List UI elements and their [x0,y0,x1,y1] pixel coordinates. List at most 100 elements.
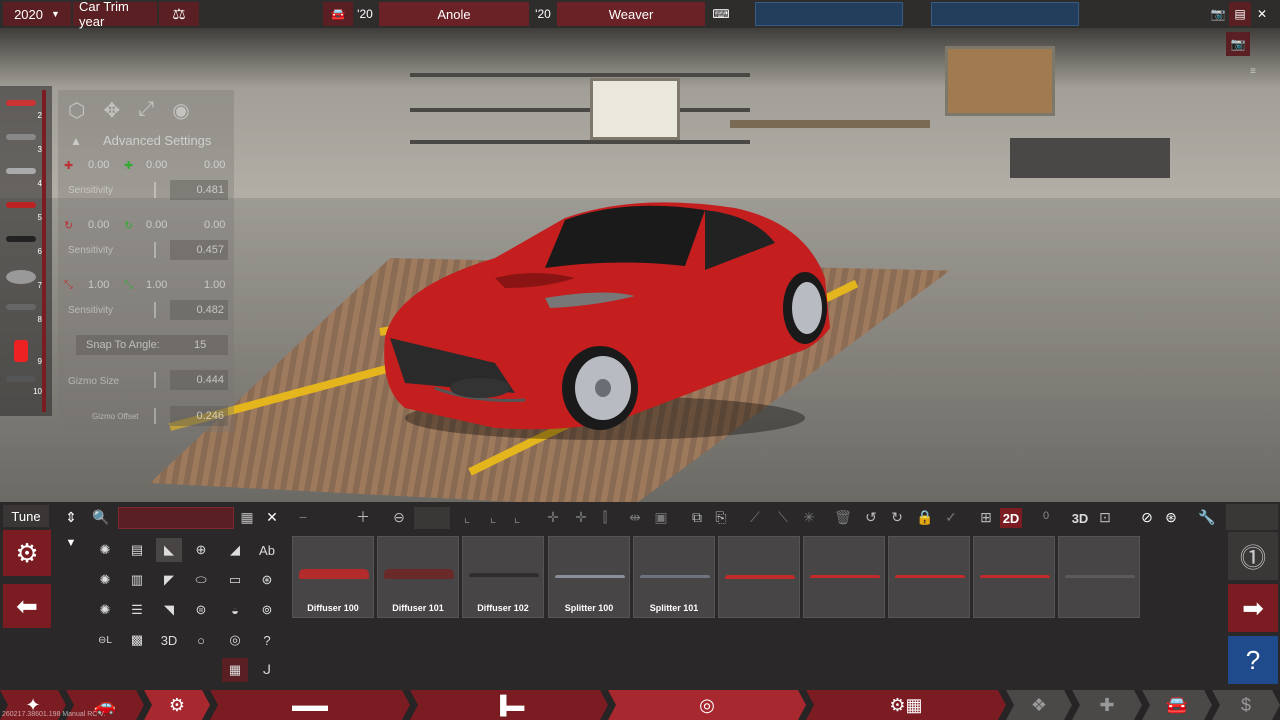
close-icon[interactable]: ✕ [1251,2,1273,26]
slider-handle[interactable] [154,372,156,388]
circle-minus-icon[interactable]: ⊖ [388,506,410,528]
slider-handle[interactable] [154,242,156,258]
grille-icon[interactable]: ☰ [124,598,150,622]
value-field[interactable] [414,507,450,529]
nav-tuning-icon[interactable]: ❖ [1006,690,1072,720]
part-card[interactable] [803,536,885,618]
move-vertical-icon[interactable]: ⇕ [60,506,82,528]
tune-tab[interactable]: Tune [3,505,49,527]
nav-trim-icon[interactable]: ▬▬ [210,690,410,720]
nav-engine-icon[interactable]: ◎ [608,690,806,720]
move-icon[interactable]: ✥ [103,98,120,123]
nav-fixtures-icon[interactable]: ⚙ [144,690,210,720]
lock-icon[interactable]: 🔒 [914,506,936,528]
flip-b-icon[interactable]: ⟍ [772,506,794,528]
plate-icon[interactable]: ▭ [222,568,248,592]
no-entry-icon[interactable]: ⊘ [1136,506,1158,528]
rail-item[interactable]: 10 [4,366,42,396]
axis-z-icon[interactable]: ⌞ [506,506,528,528]
pos-z[interactable]: 0.00 [204,159,225,171]
nav-chassis-icon[interactable]: ▐▬ [410,690,608,720]
eye-icon[interactable]: ◉ [172,98,189,123]
keyboard-icon[interactable]: ⌨ [705,2,737,26]
rot-z[interactable]: 0.00 [204,219,225,231]
arrow-right-icon[interactable]: ➡ [1228,584,1278,632]
clear-search-icon[interactable]: ✕ [261,506,283,528]
sensor-icon[interactable]: ⊚ [254,598,280,622]
list-view-icon[interactable]: ▦ [236,506,258,528]
rot-y[interactable]: 0.00 [146,219,167,231]
light-small-icon[interactable]: ✺ [92,598,118,622]
wrench-icon[interactable]: 🔧 [1196,506,1218,528]
search-icon[interactable]: 🔍 [90,506,112,528]
plus-icon[interactable]: ＋ [352,506,374,528]
scale-x[interactable]: 1.00 [88,279,109,291]
rot-sensitivity-value[interactable]: 0.457 [170,240,228,260]
rail-item[interactable]: 5 [4,192,42,222]
pos-x[interactable]: 0.00 [88,159,109,171]
collapse-triangle-icon[interactable]: ▲ [70,134,82,148]
mirror-category-icon[interactable]: ◢ [222,538,248,562]
cap-icon[interactable]: ◒ [222,598,248,622]
part-card[interactable] [888,536,970,618]
screenshot-icon[interactable]: 📷 [1226,32,1250,56]
part-card[interactable] [1058,536,1140,618]
empty-slot-a[interactable] [755,2,903,26]
mirror-icon[interactable]: ⫿ [594,506,616,528]
part-card[interactable] [718,536,800,618]
slider-handle[interactable] [154,302,156,318]
hook-icon[interactable]: ᒍ [254,658,280,682]
paste-icon[interactable]: ⎘ [710,506,732,528]
spiral-icon[interactable]: ◎ [222,628,248,652]
list-icon[interactable]: ▤ [1229,2,1251,26]
part-card[interactable]: Diffuser 102 [462,536,544,618]
stretch-icon[interactable]: ⇹ [624,506,646,528]
vent-icon[interactable]: ▥ [124,568,150,592]
car-icon[interactable]: 🚘 [323,2,353,26]
rail-item[interactable]: 3 [4,124,42,154]
rail-item[interactable]: 9 [4,336,42,366]
check-icon[interactable]: ✓ [940,506,962,528]
circle-icon[interactable]: ○ [188,628,214,652]
minus-icon[interactable]: − [292,506,314,528]
slider-handle[interactable] [154,408,156,424]
trash-icon[interactable]: 🗑 [832,506,854,528]
pos-y[interactable]: 0.00 [146,159,167,171]
align-icon[interactable]: ▣ [650,506,672,528]
wheel-icon[interactable]: ⊛ [1160,506,1182,528]
gizmo-size-value[interactable]: 0.444 [170,370,228,390]
frame-icon[interactable]: ⊡ [1094,506,1116,528]
flip-c-icon[interactable]: ✳ [798,506,820,528]
empty-slot-b[interactable] [931,2,1079,26]
spare-slot[interactable] [1226,504,1278,530]
chevron-down-icon[interactable]: ▼ [60,532,82,554]
part-card[interactable] [973,536,1055,618]
axis-y-icon[interactable]: ⌞ [482,506,504,528]
arrow-left-icon[interactable]: ⬅ [3,584,51,628]
nav-drivetrain-icon[interactable]: ⚙▦ [806,690,1006,720]
rot-x[interactable]: 0.00 [88,219,109,231]
exhaust-icon[interactable]: ⊜ [188,598,214,622]
light-icon[interactable]: ✺ [92,538,118,562]
panel-icon[interactable]: ▤ [124,538,150,562]
copy-icon[interactable]: ⧉ [686,506,708,528]
slider-handle[interactable] [154,182,156,198]
rail-item[interactable]: 6 [4,226,42,256]
light-alt-icon[interactable]: ✺ [92,568,118,592]
undo-icon[interactable]: ↺ [860,506,882,528]
gear-icon[interactable]: ⚙ [3,530,51,576]
rim-icon[interactable]: ⊛ [254,568,280,592]
part-card[interactable]: Splitter 101 [633,536,715,618]
scale-z[interactable]: 1.00 [204,279,225,291]
gizmo-offset-value[interactable]: 0.246 [170,406,228,426]
scale-icon[interactable]: ⤢ [138,98,154,123]
cube-icon[interactable]: ⬡ [68,98,85,123]
threed-category[interactable]: 3D [156,628,182,652]
scale-y[interactable]: 1.00 [146,279,167,291]
move-h-icon[interactable]: ✛ [570,506,592,528]
rail-item[interactable]: 2 [4,90,42,120]
badge-icon[interactable]: ⊕ [188,538,214,562]
mode-2d-button[interactable]: 2D [1000,508,1022,528]
move-cross-icon[interactable]: ✛ [542,506,564,528]
model-name-field[interactable]: Anole [379,2,529,26]
